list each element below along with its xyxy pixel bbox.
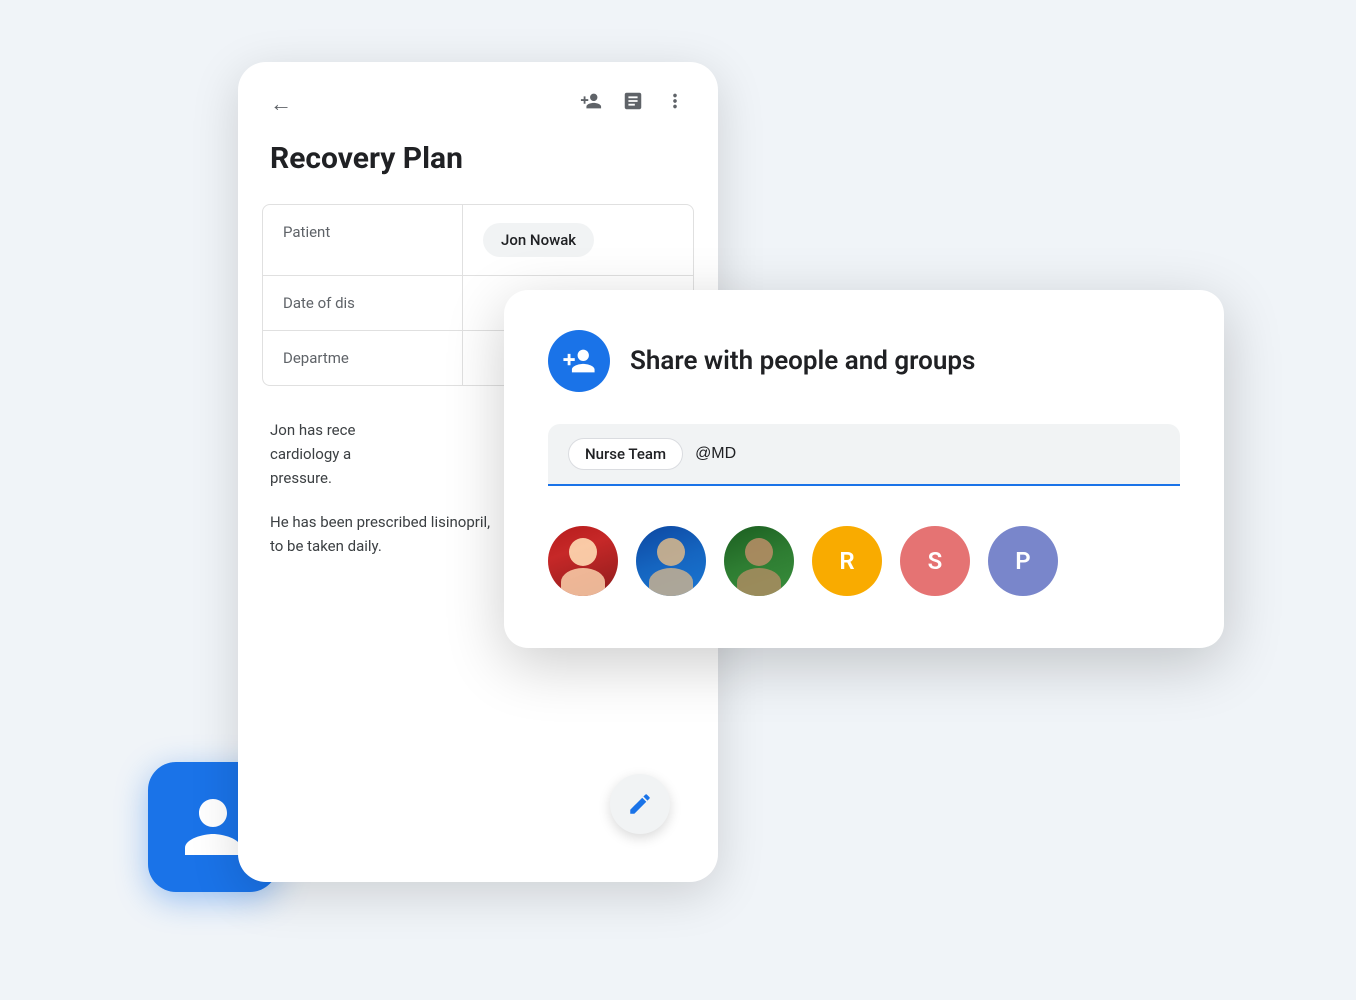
header-icons-group: [580, 90, 686, 117]
edit-fab-button[interactable]: [610, 774, 670, 834]
add-person-icon[interactable]: [580, 90, 602, 117]
table-row: Patient Jon Nowak: [263, 205, 693, 276]
document-icon[interactable]: [622, 90, 644, 117]
avatar-person-3[interactable]: [724, 526, 794, 596]
share-header: Share with people and groups: [548, 330, 1180, 392]
edit-icon: [627, 791, 653, 817]
patient-value: Jon Nowak: [463, 205, 614, 275]
patient-label: Patient: [263, 205, 463, 275]
patient-chip: Jon Nowak: [483, 223, 594, 257]
share-input-area[interactable]: Nurse Team: [548, 424, 1180, 486]
avatar-s[interactable]: S: [900, 526, 970, 596]
recovery-title: Recovery Plan: [238, 133, 718, 204]
main-scene: ← Recovery Plan: [0, 0, 1356, 1000]
avatar-p-initial: P: [1015, 547, 1030, 575]
avatar-person-2[interactable]: [636, 526, 706, 596]
avatar-r[interactable]: R: [812, 526, 882, 596]
share-title: Share with people and groups: [630, 346, 975, 376]
avatar-p[interactable]: P: [988, 526, 1058, 596]
date-value: [463, 276, 503, 330]
more-icon[interactable]: [664, 90, 686, 117]
avatars-row: R S P: [548, 518, 1180, 604]
avatar-r-initial: R: [839, 547, 854, 575]
date-label: Date of dis: [263, 276, 463, 330]
back-button[interactable]: ←: [270, 91, 292, 117]
share-input[interactable]: [695, 445, 1160, 463]
avatar-s-initial: S: [928, 547, 943, 575]
nurse-team-chip: Nurse Team: [568, 438, 683, 470]
share-icon-circle: [548, 330, 610, 392]
department-value: [463, 331, 503, 385]
person-add-icon: [562, 344, 596, 378]
department-label: Departme: [263, 331, 463, 385]
share-dialog: Share with people and groups Nurse Team: [504, 290, 1224, 648]
recovery-card-header: ←: [238, 62, 718, 133]
avatar-person-1[interactable]: [548, 526, 618, 596]
